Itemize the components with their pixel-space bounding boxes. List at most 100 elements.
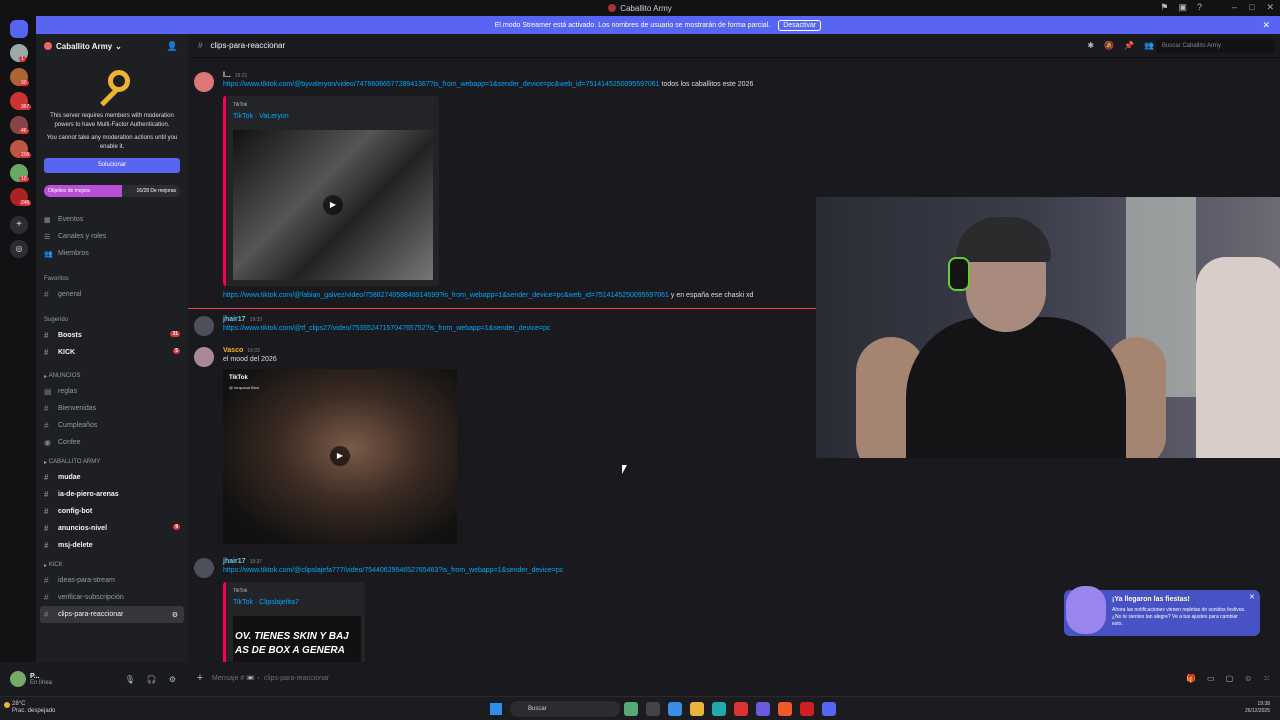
maximize-button[interactable]: □ [1249, 2, 1254, 13]
sticker-icon[interactable]: ▢ [1226, 674, 1234, 683]
pin-icon[interactable]: ⚑ [1160, 2, 1168, 13]
category-label: KICK [48, 562, 63, 568]
rules-icon: ▤ [44, 387, 52, 396]
close-icon[interactable]: ✕ [1249, 593, 1255, 601]
channel-kick[interactable]: # KICK 5 [36, 344, 188, 361]
avatar[interactable] [194, 558, 214, 578]
notifications-icon[interactable]: 🔕 [1104, 41, 1114, 50]
channel-verificar-subscripcion[interactable]: # verificar-subscripción [36, 589, 188, 606]
message-input[interactable]: Mensaje # 📼・ clips-para-reaccionar [212, 673, 329, 683]
explore-icon[interactable]: ◎ [10, 240, 28, 258]
hash-icon: # [44, 348, 49, 357]
menu-members[interactable]: 👥 Miembros [36, 245, 188, 262]
help-icon[interactable]: ? [1197, 2, 1202, 13]
emoji-icon[interactable]: ☺ [1244, 674, 1252, 683]
fix-mfa-button[interactable]: Solucionar [44, 158, 180, 173]
settings-icon[interactable]: ⚙ [172, 611, 178, 619]
close-icon[interactable]: ✕ [1262, 20, 1270, 31]
embed-title[interactable]: TikTok · Clipslajefita7 [233, 599, 299, 606]
video-thumbnail[interactable]: ▶ [233, 130, 433, 280]
brave-icon[interactable] [778, 702, 792, 716]
channel-cumpleanos[interactable]: # Cumpleaños [36, 417, 188, 434]
clock-date: 26/12/2025 [1244, 708, 1270, 714]
list-icon: ☰ [44, 233, 51, 241]
chevron-down-icon: ⌄ [115, 41, 122, 51]
apps-icon[interactable]: ⁙ [1263, 674, 1270, 683]
channel-anuncios-nivel[interactable]: # anuncios-nivel 9 [36, 520, 188, 537]
invite-icon[interactable]: 👤 [167, 41, 178, 52]
avatar[interactable] [194, 347, 214, 367]
play-icon[interactable]: ▶ [330, 446, 350, 466]
avatar[interactable] [10, 671, 26, 687]
message-link[interactable]: https://www.tiktok.com/@byvaleryon/video… [223, 81, 660, 88]
minimize-button[interactable]: – [1232, 2, 1237, 13]
dm-home-icon[interactable] [10, 20, 28, 38]
message-author[interactable]: Vasco [223, 347, 243, 354]
server-badge: 367 [19, 104, 32, 110]
taskbar-search[interactable]: Buscar [510, 701, 620, 717]
message-link[interactable]: https://www.tiktok.com/@fabian_galvez/vi… [223, 292, 669, 299]
gif-icon[interactable]: ▭ [1207, 674, 1215, 683]
channel-msj-delete[interactable]: # msj-delete [36, 537, 188, 554]
threads-icon[interactable]: ✱ [1087, 41, 1094, 50]
server-badge: 1 [19, 56, 26, 62]
message-author[interactable]: jhair17 [223, 316, 246, 323]
category-anuncios[interactable]: ▸ ANUNCIOS [36, 369, 188, 383]
message-author[interactable]: jhair17 [223, 558, 246, 565]
app-icon[interactable] [624, 702, 638, 716]
headphones-icon[interactable]: 🎧 [147, 675, 157, 684]
channel-confee[interactable]: ◉ Confee [36, 434, 188, 451]
app-icon[interactable] [668, 702, 682, 716]
pin-icon[interactable]: 📌 [1124, 41, 1134, 50]
video-thumbnail[interactable]: OV. TIENES SKIN Y BAJ AS DE BOX A GENERA [233, 616, 361, 662]
discord-icon[interactable] [822, 702, 836, 716]
taskbar-clock[interactable]: 19:38 26/12/2025 [1245, 701, 1270, 715]
channel-clips-para-reaccionar[interactable]: # clips-para-reaccionar ⚙ [40, 606, 184, 623]
app-icon[interactable] [756, 702, 770, 716]
weather-widget[interactable]: 28°C Prac. despejado [12, 701, 55, 715]
app-icon[interactable] [712, 702, 726, 716]
category-caballito[interactable]: ▸ CABALLITO ARMY [36, 455, 188, 469]
channel-mudae[interactable]: # mudae [36, 469, 188, 486]
weather-status: Prac. despejado [12, 708, 56, 714]
gift-icon[interactable]: 🎁 [1186, 674, 1196, 683]
channel-reglas[interactable]: ▤ reglas [36, 383, 188, 400]
embed-title[interactable]: TikTok · VaLeryon [233, 113, 289, 120]
boost-goal-bar[interactable]: Objetivo de mejora 16/28 De mejoras [44, 185, 180, 197]
members-icon[interactable]: 👥 [1144, 41, 1154, 50]
windows-start-icon[interactable] [490, 703, 502, 715]
channel-boosts[interactable]: # Boosts 31 [36, 327, 188, 344]
app-icon[interactable] [646, 702, 660, 716]
avatar[interactable] [194, 316, 214, 336]
server-header[interactable]: Caballito Army ⌄ 👤 [36, 34, 188, 58]
message-link[interactable]: https://www.tiktok.com/@clipslajefa777/v… [223, 567, 563, 574]
message-link[interactable]: https://www.tiktok.com/@tf_clips27/video… [223, 325, 550, 332]
channel-bienvenidas[interactable]: # Bienvenidas [36, 400, 188, 417]
disable-streamer-button[interactable]: Desactivar [778, 19, 822, 31]
channel-ia-de-piero-arenas[interactable]: # ia-de-piero-arenas [36, 486, 188, 503]
message-author[interactable]: l... [223, 72, 231, 79]
avatar[interactable] [194, 72, 214, 92]
screen-share-icon[interactable]: ▣ [1178, 2, 1187, 13]
channel-config-bot[interactable]: # config-bot [36, 503, 188, 520]
play-icon[interactable]: ▶ [323, 195, 343, 215]
menu-channels-roles[interactable]: ☰ Canales y roles [36, 228, 188, 245]
menu-events[interactable]: ▦ Eventos [36, 211, 188, 228]
gear-icon[interactable]: ⚙ [169, 675, 176, 684]
app-icon[interactable] [800, 702, 814, 716]
message-text: todos los caballitos este 2026 [661, 81, 754, 88]
close-window-button[interactable]: ✕ [1266, 2, 1274, 13]
channel-general[interactable]: # general [36, 286, 188, 303]
add-attachment-icon[interactable]: + [188, 672, 212, 684]
server-rail: 1 90 367 46 206 10 246 + ◎ [0, 16, 36, 696]
folder-icon[interactable] [690, 702, 704, 716]
category-label: ANUNCIOS [48, 373, 81, 379]
category-kick[interactable]: ▸ KICK [36, 558, 188, 572]
weather-icon [4, 702, 10, 708]
channel-ideas-para-stream[interactable]: # ideas-para-stream [36, 572, 188, 589]
add-server-icon[interactable]: + [10, 216, 28, 234]
microphone-icon[interactable]: 🎙 [125, 675, 135, 684]
video-thumbnail[interactable]: TikTok @ farquaad.films ▶ [223, 369, 457, 544]
search-input[interactable]: Buscar Caballito Army [1156, 39, 1274, 53]
app-icon[interactable] [734, 702, 748, 716]
